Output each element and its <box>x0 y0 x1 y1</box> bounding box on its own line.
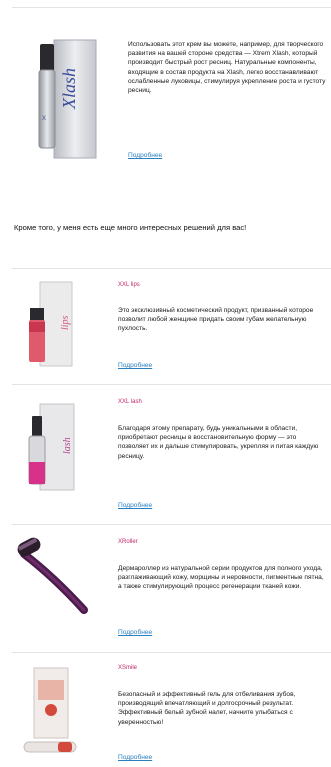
hero-product-image: Xlash X <box>30 30 102 162</box>
product-more-link-lash[interactable]: Подробнее <box>118 502 152 509</box>
product-image-smile <box>18 662 84 762</box>
product-tag-smile: XSmile <box>118 665 138 671</box>
hero-more-link[interactable]: Подробнее <box>128 152 162 159</box>
top-divider <box>12 7 331 8</box>
product-image-lips: lips <box>18 278 80 374</box>
product-tag-lips: XXL lips <box>118 282 140 288</box>
svg-text:lips: lips <box>60 315 71 330</box>
product-description-smile: Безопасный и эффективный гель для отбели… <box>118 691 296 726</box>
product-more-link-roller[interactable]: Подробнее <box>118 629 152 636</box>
product-tag-roller: XRoller <box>118 539 138 545</box>
svg-text:lash: lash <box>62 437 73 454</box>
product-divider <box>12 524 331 525</box>
product-divider <box>12 652 331 653</box>
product-description-roller: Дермароллер из натуральной серии продукт… <box>118 565 324 591</box>
product-image-roller <box>14 532 98 616</box>
product-tag-lash: XXL lash <box>118 399 142 405</box>
hero-description: Использовать этот крем вы можете, наприм… <box>128 41 326 95</box>
product-divider <box>12 384 331 385</box>
section-headline: Кроме того, у меня есть еще много интере… <box>14 223 247 232</box>
product-more-link-smile[interactable]: Подробнее <box>118 754 152 761</box>
product-more-link-lips[interactable]: Подробнее <box>118 362 152 369</box>
svg-text:Xlash: Xlash <box>59 68 79 110</box>
section-divider <box>12 268 331 269</box>
product-image-lash: lash <box>18 398 80 498</box>
product-description-lips: Это эксклюзивный косметический продукт, … <box>118 307 314 333</box>
product-description-lash: Благодаря этому препарату, будь уникальн… <box>118 425 319 460</box>
svg-text:X: X <box>42 116 46 122</box>
